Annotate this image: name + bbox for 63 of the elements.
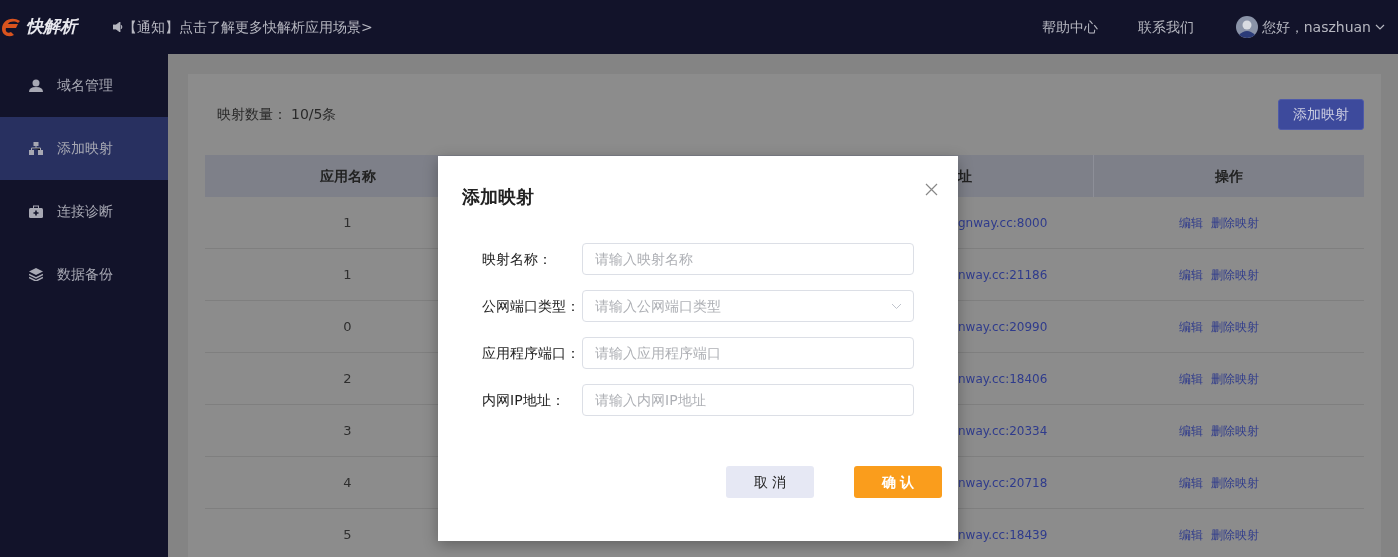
- logo-icon: [0, 16, 22, 38]
- table-cell-text: 1: [343, 213, 352, 232]
- action-link[interactable]: 删除映射: [1210, 525, 1259, 544]
- action-link[interactable]: 编辑: [1178, 369, 1203, 388]
- table-cell-text: 2: [343, 369, 352, 388]
- field-label: 公网端口类型：: [482, 296, 581, 316]
- logo-text: 快解析: [26, 15, 77, 39]
- notice-link[interactable]: 【通知】点击了解更多快解析应用场景>: [123, 16, 373, 38]
- layers-icon: [29, 268, 43, 281]
- address-link[interactable]: gnway.cc:8000: [958, 213, 1048, 232]
- action-link[interactable]: 编辑: [1178, 421, 1203, 440]
- select-field[interactable]: 请输入公网端口类型: [582, 290, 914, 322]
- chevron-down-icon: [891, 303, 902, 310]
- table-cell-text: 1: [343, 265, 352, 284]
- table-cell-text: 5: [343, 525, 352, 544]
- address-link[interactable]: nway.cc:18406: [958, 369, 1048, 388]
- column-header: 址: [958, 166, 972, 186]
- column-header: 操作: [1215, 166, 1243, 186]
- medkit-icon: [29, 205, 43, 218]
- field-label: 映射名称：: [482, 249, 553, 269]
- address-link[interactable]: nway.cc:20718: [958, 473, 1048, 492]
- confirm-button[interactable]: 确 认: [854, 466, 942, 498]
- table-cell-text: 0: [343, 317, 352, 336]
- action-link[interactable]: 删除映射: [1210, 213, 1259, 232]
- sidebar-item[interactable]: 连接诊断: [0, 180, 168, 243]
- nav-link[interactable]: 帮助中心: [1041, 16, 1098, 38]
- user-icon: [29, 79, 43, 92]
- sidebar-item[interactable]: 数据备份: [0, 243, 168, 306]
- action-link[interactable]: 编辑: [1178, 213, 1203, 232]
- action-link[interactable]: 删除映射: [1210, 421, 1259, 440]
- avatar-icon: [1235, 16, 1258, 38]
- action-link[interactable]: 删除映射: [1210, 265, 1259, 284]
- input-field[interactable]: 请输入内网IP地址: [582, 384, 914, 416]
- action-link[interactable]: 编辑: [1178, 525, 1203, 544]
- action-link[interactable]: 编辑: [1178, 317, 1203, 336]
- action-link[interactable]: 删除映射: [1210, 473, 1259, 492]
- sitemap-icon: [29, 142, 43, 155]
- action-link[interactable]: 删除映射: [1210, 317, 1259, 336]
- field-label: 内网IP地址：: [482, 390, 566, 410]
- action-link[interactable]: 删除映射: [1210, 369, 1259, 388]
- speaker-icon: [113, 22, 123, 32]
- sidebar-item[interactable]: 域名管理: [0, 54, 168, 117]
- table-cell-text: 3: [343, 421, 352, 440]
- chevron-down-icon: [1375, 24, 1385, 30]
- sidebar-item[interactable]: 添加映射: [0, 117, 168, 180]
- address-link[interactable]: nway.cc:18439: [958, 525, 1048, 544]
- add-mapping-button[interactable]: 添加映射: [1278, 99, 1364, 130]
- input-field[interactable]: 请输入映射名称: [582, 243, 914, 275]
- input-field[interactable]: 请输入应用程序端口: [582, 337, 914, 369]
- address-link[interactable]: nway.cc:20990: [958, 317, 1048, 336]
- user-menu[interactable]: 您好，naszhuan: [1261, 16, 1371, 38]
- count-label: 映射数量：: [217, 105, 287, 124]
- nav-link[interactable]: 联系我们: [1137, 16, 1194, 38]
- dialog-title: 添加映射: [462, 185, 534, 209]
- column-header: 应用名称: [319, 166, 376, 186]
- action-link[interactable]: 编辑: [1178, 473, 1203, 492]
- count-value: 10/5条: [291, 105, 337, 124]
- address-link[interactable]: nway.cc:21186: [958, 265, 1048, 284]
- address-link[interactable]: nway.cc:20334: [958, 421, 1048, 440]
- action-link[interactable]: 编辑: [1178, 265, 1203, 284]
- cancel-button[interactable]: 取 消: [726, 466, 814, 498]
- field-label: 应用程序端口：: [482, 343, 581, 363]
- table-cell-text: 4: [343, 473, 352, 492]
